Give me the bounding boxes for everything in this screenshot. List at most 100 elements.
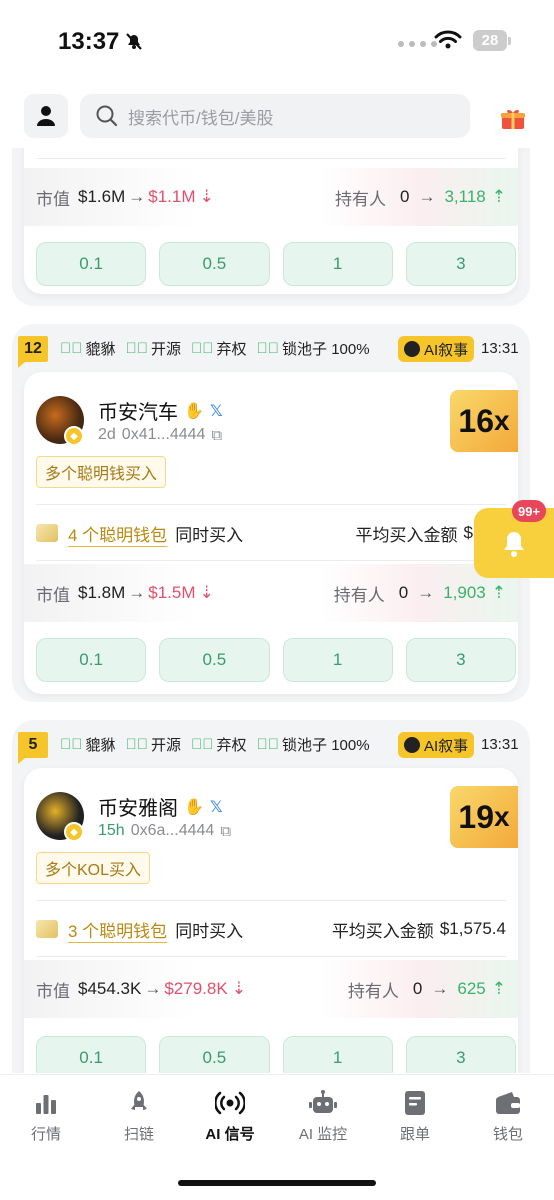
- token-panel: ◆ 币安汽车 ✋ 𝕏 2d 0x41...4444 ⧉ 16 x 多个聪明钱买入 …: [24, 372, 518, 694]
- top-bar: 搜索代币/钱包/美股: [0, 82, 554, 148]
- tag-label: 貔貅: [85, 737, 116, 754]
- rank-badge: 5: [18, 732, 48, 764]
- arrow-icon: →: [128, 583, 146, 602]
- mcap-from: $454.3K: [78, 979, 142, 998]
- up-arrow-icon: ⇡: [491, 583, 506, 602]
- mcap-label: 市值: [36, 981, 70, 1001]
- home-indicator: [178, 1180, 376, 1186]
- gift-icon[interactable]: [500, 108, 526, 130]
- buy-3-button[interactable]: 3: [405, 1036, 516, 1073]
- token-age: 2d: [98, 426, 116, 443]
- wallet-card-icon: [36, 920, 58, 938]
- ai-narrative-badge[interactable]: AI叙事: [398, 336, 475, 362]
- smart-wallet-link[interactable]: 3 个聪明钱包: [68, 917, 167, 942]
- holder-info: 持有人 0 → 3,118 ⇡: [335, 185, 506, 210]
- buy-0.5-button[interactable]: 0.5: [159, 1036, 270, 1073]
- tab-label: 钱包: [492, 1126, 523, 1143]
- market-cap-row: 市值 $454.3K → $279.8K ⇣ 持有人 0 → 625 ⇡: [24, 960, 518, 1018]
- tab-ai-signal[interactable]: AI 信号: [190, 1089, 270, 1144]
- ai-label: AI叙事: [424, 341, 469, 359]
- tab-label: 跟单: [399, 1126, 430, 1143]
- token-name[interactable]: 币安汽车 ✋ 𝕏: [98, 396, 223, 425]
- hand-icon: ✋: [184, 402, 204, 420]
- search-input[interactable]: 搜索代币/钱包/美股: [80, 94, 470, 138]
- bar-chart-icon: [34, 1089, 58, 1117]
- smart-wallet-row: 4 个聪明钱包 同时买入 平均买入金额 $1,41: [36, 518, 506, 548]
- kol-tag: 多个KOL买入: [36, 852, 151, 884]
- profile-button[interactable]: [24, 94, 68, 138]
- buy-0.1-button[interactable]: 0.1: [36, 242, 147, 286]
- signal-feed[interactable]: 市值 $1.6M → $1.1M ⇣ 持有人 0 → 3,118 ⇡ 0.1 0…: [0, 148, 554, 1073]
- buy-1-button[interactable]: 1: [282, 242, 393, 286]
- multiplier-badge: 19 x: [450, 786, 518, 848]
- tab-label: AI 信号: [205, 1126, 255, 1143]
- tag-item: ✓⃝ 锁池子 100%: [257, 734, 370, 755]
- tab-market[interactable]: 行情: [6, 1089, 86, 1144]
- buy-1-button[interactable]: 1: [282, 638, 393, 682]
- buy-3-button[interactable]: 3: [405, 638, 516, 682]
- token-name[interactable]: 币安雅阁 ✋ 𝕏: [98, 792, 223, 821]
- buy-0.1-button[interactable]: 0.1: [36, 638, 147, 682]
- ai-icon: [404, 737, 420, 753]
- arrow-icon: →: [128, 187, 146, 206]
- token-meta: 2d 0x41...4444 ⧉: [98, 426, 222, 444]
- arrow-icon: →: [418, 187, 436, 206]
- bell-icon: [504, 532, 524, 557]
- up-arrow-icon: ⇡: [491, 979, 506, 998]
- x-twitter-icon[interactable]: 𝕏: [210, 797, 223, 817]
- copy-icon[interactable]: ⧉: [211, 427, 222, 444]
- holder-to: 3,118: [444, 187, 486, 206]
- avg-buy-label: 平均买入金额: [331, 921, 434, 941]
- arrow-icon: →: [417, 583, 435, 602]
- up-arrow-icon: ⇡: [491, 187, 506, 206]
- tag-label: 锁池子 100%: [282, 737, 370, 754]
- tab-label: 行情: [30, 1126, 61, 1143]
- tag-label: 弃权: [216, 737, 247, 754]
- check-circle-icon: ✓⃝: [256, 736, 280, 753]
- multiplier-suffix: x: [494, 405, 510, 436]
- wallet-suffix: 同时买入: [175, 921, 244, 941]
- mcap-label: 市值: [36, 189, 70, 209]
- avg-buy-value: $1,575.4: [439, 919, 506, 938]
- holder-from: 0: [398, 583, 409, 602]
- multiplier-value: 16: [458, 402, 494, 439]
- buy-3-button[interactable]: 3: [405, 242, 516, 286]
- buy-buttons: 0.1 0.5 1 3: [36, 638, 516, 682]
- tab-ai-monitor[interactable]: AI 监控: [283, 1089, 363, 1144]
- smart-wallet-link[interactable]: 4 个聪明钱包: [68, 521, 167, 546]
- tab-scan[interactable]: 扫链: [99, 1089, 179, 1144]
- divider: [36, 900, 506, 901]
- check-circle-icon: ✓⃝: [125, 736, 149, 753]
- token-address: 0x41...4444: [121, 426, 206, 443]
- mcap-label: 市值: [36, 585, 70, 605]
- buy-0.5-button[interactable]: 0.5: [159, 638, 270, 682]
- x-twitter-icon[interactable]: 𝕏: [210, 401, 223, 421]
- ai-narrative-badge[interactable]: AI叙事: [398, 732, 475, 758]
- tag-label: 锁池子 100%: [282, 341, 370, 358]
- rank-badge: 12: [18, 336, 48, 368]
- buy-0.1-button[interactable]: 0.1: [36, 1036, 147, 1073]
- battery-tip: [508, 37, 511, 45]
- buy-1-button[interactable]: 1: [282, 1036, 393, 1073]
- holder-to: 1,903: [443, 583, 486, 602]
- token-address: 0x6a...4444: [130, 822, 215, 839]
- holder-from: 0: [412, 979, 423, 998]
- tab-wallet[interactable]: 钱包: [468, 1089, 548, 1144]
- signal-card-partial: 市值 $1.6M → $1.1M ⇣ 持有人 0 → 3,118 ⇡ 0.1 0…: [12, 148, 530, 306]
- tag-item: ✓⃝ 开源: [126, 338, 182, 359]
- check-circle-icon: ✓⃝: [191, 736, 214, 753]
- mcap-from: $1.8M: [78, 583, 126, 602]
- safety-tags: ✓⃝ 貔貅 ✓⃝ 开源 ✓⃝ 弃权 ✓⃝ 锁池子 100%: [60, 734, 370, 755]
- buy-0.5-button[interactable]: 0.5: [159, 242, 270, 286]
- copy-icon[interactable]: ⧉: [220, 823, 231, 840]
- tag-item: ✓⃝ 锁池子 100%: [257, 338, 370, 359]
- tab-copy-trade[interactable]: 跟单: [375, 1089, 455, 1144]
- signal-card[interactable]: 5 ✓⃝ 貔貅 ✓⃝ 开源 ✓⃝ 弃权 ✓⃝ 锁池子 100% AI叙事 13:31 ◆…: [12, 720, 530, 1073]
- silent-bell-icon: [126, 33, 142, 50]
- signal-card[interactable]: 12 ✓⃝ 貔貅 ✓⃝ 开源 ✓⃝ 弃权 ✓⃝ 锁池子 100% AI叙事 13:31 …: [12, 324, 530, 702]
- tag-label: 貔貅: [85, 341, 116, 358]
- smart-wallet-row: 3 个聪明钱包 同时买入 平均买入金额 $1,575.4: [36, 914, 506, 944]
- down-arrow-icon: ⇣: [231, 979, 246, 998]
- tab-label: 扫链: [123, 1126, 154, 1143]
- signal-dots-icon: [398, 41, 437, 47]
